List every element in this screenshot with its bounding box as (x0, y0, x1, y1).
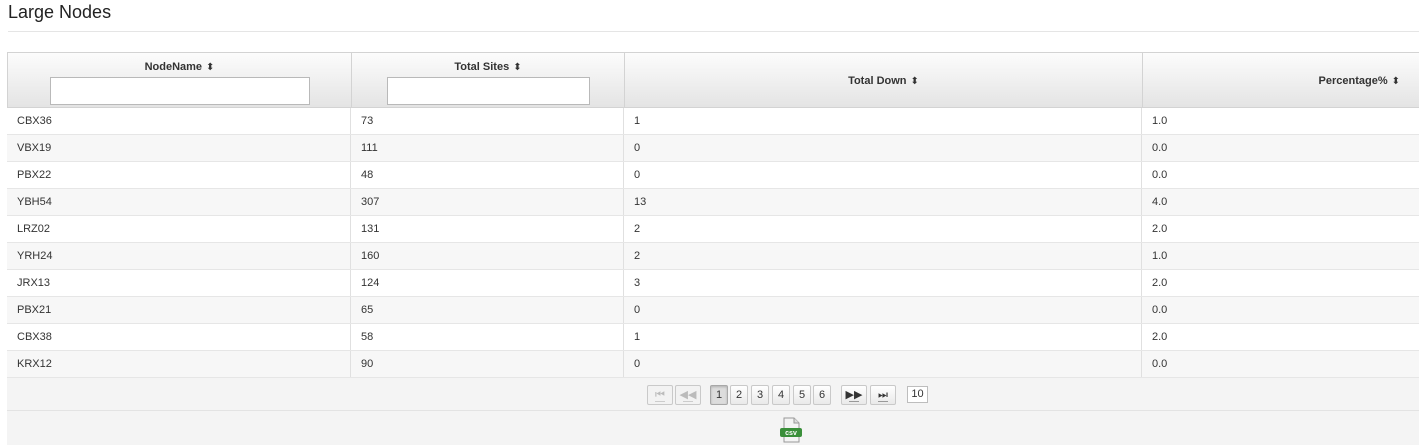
total-sites-filter-input[interactable] (387, 77, 590, 105)
table-row[interactable]: YBH54 307 13 4.0 (7, 189, 1419, 216)
cell-percentage: 0.0 (1152, 304, 1168, 316)
page-button-2[interactable]: 2 (730, 385, 748, 405)
cell-nodename: PBX22 (7, 162, 351, 188)
cell-percentage: 1.0 (1152, 250, 1168, 262)
cell-nodename: CBX38 (7, 324, 351, 350)
col-label-total-sites: Total Sites (454, 61, 510, 73)
cell-nodename: JRX13 (7, 270, 351, 296)
cell-total-down: 2 (624, 216, 1142, 242)
next-page-icon: ▶▶ (845, 389, 863, 401)
cell-total-sites: 111 (351, 135, 624, 161)
table-row[interactable]: KRX12 90 0 0.0 (7, 351, 1419, 378)
cell-total-down: 1 (624, 324, 1142, 350)
page-button-1[interactable]: 1 (710, 385, 728, 405)
table-row[interactable]: PBX21 65 0 0.0 (7, 297, 1419, 324)
cell-total-sites: 160 (351, 243, 624, 269)
cell-total-down: 2 (624, 243, 1142, 269)
col-header-total-sites[interactable]: Total Sites ⬍ (352, 53, 625, 108)
cell-nodename: LRZ02 (7, 216, 351, 242)
first-page-icon: ⏮ (655, 389, 665, 401)
page-button-4[interactable]: 4 (772, 385, 790, 405)
nodename-filter-input[interactable] (50, 77, 310, 105)
table-row[interactable]: CBX36 73 1 1.0 (7, 108, 1419, 135)
col-header-nodename[interactable]: NodeName ⬍ (8, 53, 352, 108)
cell-total-down: 0 (624, 297, 1142, 323)
first-page-button[interactable]: ⏮ (647, 385, 673, 405)
cell-nodename: YBH54 (7, 189, 351, 215)
cell-total-down: 0 (624, 135, 1142, 161)
cell-nodename: VBX19 (7, 135, 351, 161)
cell-total-sites: 73 (351, 108, 624, 134)
table-row[interactable]: YRH24 160 2 1.0 (7, 243, 1419, 270)
cell-total-sites: 124 (351, 270, 624, 296)
cell-total-down: 13 (624, 189, 1142, 215)
page-size-select[interactable]: 10 (907, 386, 928, 403)
cell-percentage: 0.0 (1152, 142, 1168, 154)
page-title: Large Nodes (8, 2, 112, 22)
cell-total-down: 1 (624, 108, 1142, 134)
cell-total-sites: 48 (351, 162, 624, 188)
table-row[interactable]: VBX19 111 0 0.0 (7, 135, 1419, 162)
page-button-6[interactable]: 6 (813, 385, 831, 405)
cell-nodename: KRX12 (7, 351, 351, 377)
next-page-button[interactable]: ▶▶ (841, 385, 867, 405)
prev-page-button[interactable]: ◀◀ (675, 385, 701, 405)
cell-total-sites: 131 (351, 216, 624, 242)
last-page-button[interactable]: ⏭ (870, 385, 896, 405)
large-nodes-table: NodeName ⬍ Total Sites ⬍ Total Down ⬍ Perce… (7, 52, 1419, 445)
cell-total-down: 0 (624, 351, 1142, 377)
cell-percentage: 2.0 (1152, 223, 1168, 235)
sort-both-icon[interactable]: ⬍ (513, 62, 521, 73)
cell-percentage: 0.0 (1152, 169, 1168, 181)
cell-total-sites: 90 (351, 351, 624, 377)
table-header: NodeName ⬍ Total Sites ⬍ Total Down ⬍ Perce… (7, 52, 1419, 108)
cell-percentage: 2.0 (1152, 331, 1168, 343)
table-footer: csv (7, 411, 1419, 445)
sort-both-icon[interactable]: ⬍ (911, 76, 919, 87)
col-label-total-down: Total Down (848, 75, 907, 87)
page-button-3[interactable]: 3 (751, 385, 769, 405)
cell-percentage: 4.0 (1152, 196, 1168, 208)
table-row[interactable]: JRX13 124 3 2.0 (7, 270, 1419, 297)
cell-total-sites: 307 (351, 189, 624, 215)
cell-nodename: PBX21 (7, 297, 351, 323)
cell-total-down: 0 (624, 162, 1142, 188)
col-label-nodename: NodeName (144, 61, 203, 73)
col-label-percentage: Percentage% (1318, 75, 1388, 87)
cell-nodename: CBX36 (7, 108, 351, 134)
col-header-total-down[interactable]: Total Down ⬍ (625, 53, 1143, 108)
table-row[interactable]: LRZ02 131 2 2.0 (7, 216, 1419, 243)
cell-percentage: 1.0 (1152, 115, 1168, 127)
cell-total-down: 3 (624, 270, 1142, 296)
last-page-icon: ⏭ (878, 389, 888, 401)
cell-percentage: 0.0 (1152, 358, 1168, 370)
title-divider (8, 31, 1419, 32)
table-row[interactable]: PBX22 48 0 0.0 (7, 162, 1419, 189)
cell-total-sites: 58 (351, 324, 624, 350)
prev-page-icon: ◀◀ (679, 389, 697, 401)
cell-percentage: 2.0 (1152, 277, 1168, 289)
table-row[interactable]: CBX38 58 1 2.0 (7, 324, 1419, 351)
col-header-percentage[interactable]: Percentage% ⬍ (1143, 53, 1419, 108)
cell-total-sites: 65 (351, 297, 624, 323)
csv-label: csv (785, 430, 797, 437)
cell-nodename: YRH24 (7, 243, 351, 269)
sort-both-icon[interactable]: ⬍ (206, 62, 214, 73)
page-button-5[interactable]: 5 (793, 385, 811, 405)
sort-both-icon[interactable]: ⬍ (1392, 76, 1400, 87)
table-body: CBX36 73 1 1.0 VBX19 111 0 0.0 PBX22 48 0 0.0 YBH54 3… (7, 108, 1419, 378)
pagination-bar: ⏮ ◀◀ 123456 ▶▶ ⏭ 10 (7, 378, 1419, 411)
csv-file-icon[interactable]: csv (779, 417, 803, 443)
